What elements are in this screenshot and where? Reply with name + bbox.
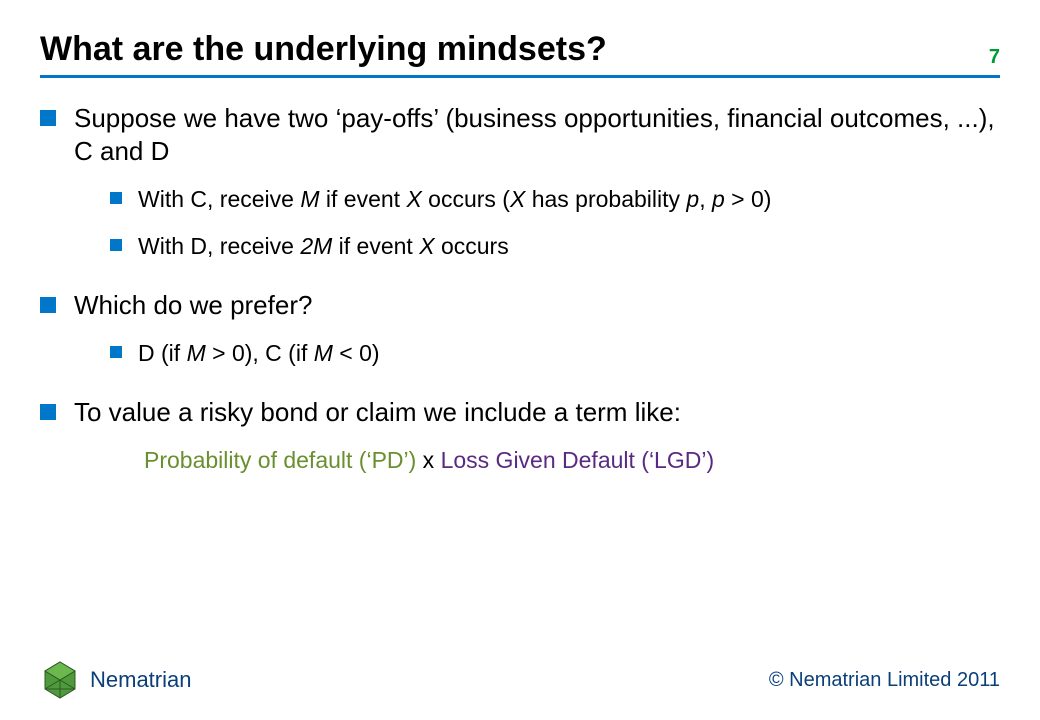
page-number: 7 [989,46,1000,75]
logo-icon [40,660,80,700]
b1s1-text5: , [699,186,712,212]
b2s1-text3: < 0) [333,340,380,366]
var-M: M [300,186,319,212]
bullet-3-text: To value a risky bond or claim we includ… [74,397,681,427]
slide: What are the underlying mindsets? 7 Supp… [0,0,1040,720]
page-title: What are the underlying mindsets? [40,30,607,75]
slide-body: Suppose we have two ‘pay-offs’ (business… [40,102,1000,475]
bullet-1-sublist: With C, receive M if event X occurs (X h… [110,185,1000,261]
var-X: X [406,186,421,212]
bullet-list: Suppose we have two ‘pay-offs’ (business… [40,102,1000,475]
formula-lgd: Loss Given Default (‘LGD’) [441,447,715,473]
b1s2-text2: if event [332,233,419,259]
b1s1-text3: occurs ( [422,186,510,212]
bullet-2-sub-1: D (if M > 0), C (if M < 0) [110,339,1000,368]
b1s2-text3: occurs [435,233,509,259]
bullet-1-text: Suppose we have two ‘pay-offs’ (business… [74,103,995,166]
header-row: What are the underlying mindsets? 7 [40,30,1000,75]
var-X-2: X [510,186,525,212]
bullet-2-text: Which do we prefer? [74,290,312,320]
var-2M: 2M [300,233,332,259]
title-underline [40,75,1000,78]
b1s1-text: With C, receive [138,186,300,212]
b2s1-text2: > 0), C (if [206,340,314,366]
b1s1-text4: has probability [525,186,686,212]
bullet-2: Which do we prefer? D (if M > 0), C (if … [40,289,1000,368]
bullet-3: To value a risky bond or claim we includ… [40,396,1000,475]
bullet-1-sub-1: With C, receive M if event X occurs (X h… [110,185,1000,214]
footer: Nematrian © Nematrian Limited 2011 [0,660,1040,700]
var-X-3: X [419,233,434,259]
bullet-1-sub-2: With D, receive 2M if event X occurs [110,232,1000,261]
b1s2-text: With D, receive [138,233,300,259]
var-p-2: p [712,186,725,212]
brand-name: Nematrian [90,667,191,693]
brand-left: Nematrian [40,660,191,700]
bullet-1: Suppose we have two ‘pay-offs’ (business… [40,102,1000,261]
var-M-3: M [314,340,333,366]
b2s1-text: D (if [138,340,187,366]
formula-times: x [416,447,440,473]
b1s1-text6: > 0) [725,186,772,212]
bullet-2-sublist: D (if M > 0), C (if M < 0) [110,339,1000,368]
b1s1-text2: if event [320,186,407,212]
var-p: p [686,186,699,212]
var-M-2: M [187,340,206,366]
copyright-text: © Nematrian Limited 2011 [769,669,1000,692]
formula-line: Probability of default (‘PD’) x Loss Giv… [144,446,1000,475]
formula-pd: Probability of default (‘PD’) [144,447,416,473]
